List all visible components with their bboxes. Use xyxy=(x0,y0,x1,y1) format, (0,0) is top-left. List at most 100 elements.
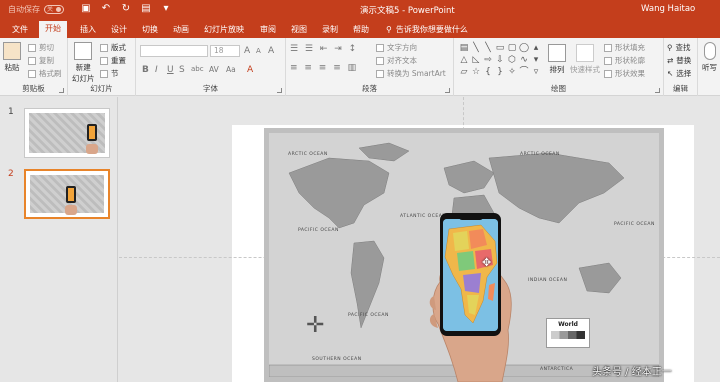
tab-help[interactable]: 帮助 xyxy=(347,23,375,38)
legend-scale xyxy=(551,331,585,339)
tab-home[interactable]: 开始 xyxy=(39,21,67,38)
new-slide-icon xyxy=(74,42,93,60)
cursor-icon: ↖ xyxy=(667,69,674,78)
layout-button[interactable]: 版式 xyxy=(100,42,126,53)
tab-animations[interactable]: 动画 xyxy=(167,23,195,38)
smartart-icon xyxy=(376,69,384,78)
format-painter-button[interactable]: 格式刷 xyxy=(28,68,62,79)
shape-outline-button[interactable]: 形状轮廓 xyxy=(604,55,645,66)
ribbon-tabs: 文件 开始 插入 设计 切换 动画 幻灯片放映 审阅 视图 录制 帮助 ⚲ 告诉… xyxy=(0,20,720,38)
text-direction-icon xyxy=(376,43,384,52)
shapes-gallery[interactable]: ▤ ╲ ╲ ▭ ▢ ◯ ▴ △ ◺ ⇨ ⇩ ⬡ ∿ ▾ ▱ ☆{} ✧ ⌒ ▿ xyxy=(458,42,542,78)
clear-format-button[interactable]: A xyxy=(268,46,274,56)
tab-file[interactable]: 文件 xyxy=(6,23,34,38)
reset-button[interactable]: 重置 xyxy=(100,55,126,66)
section-button[interactable]: 节 xyxy=(100,68,119,79)
autosave-toggle[interactable]: 关 xyxy=(44,5,64,14)
save-icon[interactable]: ▣ xyxy=(80,3,92,14)
slide-thumbnail-1[interactable] xyxy=(24,108,110,158)
arrow-shape-icon[interactable]: ⇩ xyxy=(494,54,506,66)
textbox-shape-icon[interactable]: ▤ xyxy=(458,42,470,54)
present-icon[interactable]: ▤ xyxy=(140,3,152,14)
tab-review[interactable]: 审阅 xyxy=(254,23,282,38)
paragraph-group: ☰ ☰ ⇤ ⇥ ↕ ≡ ≡ ≡ ≡ ▥ 文字方向 对齐文本 转换为 SmartA… xyxy=(286,38,454,96)
effects-icon xyxy=(604,69,612,78)
curve-shape-icon[interactable]: ∿ xyxy=(518,54,530,66)
font-size-dropdown[interactable]: 18 xyxy=(210,45,240,57)
triangle-shape-icon[interactable]: △ xyxy=(458,54,470,66)
font-name-dropdown[interactable] xyxy=(140,45,208,57)
brush-icon xyxy=(28,69,36,78)
grow-font-button[interactable]: A xyxy=(244,46,250,56)
new-slide-button[interactable]: 新建 幻灯片 xyxy=(72,42,95,84)
line-shape-icon[interactable]: ╲ xyxy=(482,42,494,54)
arrow-shape-icon[interactable]: ⇨ xyxy=(482,54,494,66)
rectangle-shape-icon[interactable]: ▭ xyxy=(494,42,506,54)
italic-button[interactable]: I xyxy=(155,65,158,75)
clipboard-launcher-icon[interactable] xyxy=(59,88,64,93)
tab-design[interactable]: 设计 xyxy=(105,23,133,38)
star-shape-icon[interactable]: ☆ xyxy=(470,66,482,78)
list-buttons-icon[interactable]: ☰ ☰ ⇤ ⇥ ↕ xyxy=(290,44,358,54)
scissors-icon xyxy=(28,43,36,52)
strikethrough-button[interactable]: S xyxy=(179,65,185,75)
font-launcher-icon[interactable] xyxy=(277,88,282,93)
drawing-label: 绘图 xyxy=(551,84,566,93)
change-case-button[interactable]: Aa xyxy=(226,65,236,74)
replace-button[interactable]: ⇄ 替换 xyxy=(667,55,691,66)
star-shape-icon[interactable]: ✧ xyxy=(506,66,518,78)
quick-styles-button[interactable]: 快速样式 xyxy=(570,44,600,75)
paragraph-launcher-icon[interactable] xyxy=(445,88,450,93)
tab-record[interactable]: 录制 xyxy=(316,23,344,38)
drawing-launcher-icon[interactable] xyxy=(655,88,660,93)
shape-fill-button[interactable]: 形状填充 xyxy=(604,42,645,53)
quick-styles-icon xyxy=(576,44,594,62)
brace-shape-icon[interactable]: { xyxy=(482,66,494,78)
font-color-button[interactable]: A xyxy=(247,65,253,75)
bold-button[interactable]: B xyxy=(142,65,149,75)
cut-button[interactable]: 剪切 xyxy=(28,42,54,53)
microphone-icon xyxy=(703,42,716,60)
shape-effects-button[interactable]: 形状效果 xyxy=(604,68,645,79)
align-buttons-icon[interactable]: ≡ ≡ ≡ ≡ ▥ xyxy=(290,63,358,73)
slide-thumbnail-2[interactable] xyxy=(24,169,110,219)
tab-insert[interactable]: 插入 xyxy=(74,23,102,38)
phone-thumbnail xyxy=(87,124,97,141)
tab-view[interactable]: 视图 xyxy=(285,23,313,38)
paste-button[interactable]: 粘贴 xyxy=(3,42,21,73)
scroll-shapes-icon[interactable]: ▾ xyxy=(530,54,542,66)
find-button[interactable]: ⚲ 查找 xyxy=(667,42,691,53)
dictate-button[interactable]: 听写 xyxy=(702,42,717,73)
tell-me-search[interactable]: ⚲ 告诉我你想要做什么 xyxy=(386,24,468,35)
undo-icon[interactable]: ↶ xyxy=(100,3,112,14)
select-button[interactable]: ↖ 选择 xyxy=(667,68,691,79)
text-direction-button[interactable]: 文字方向 xyxy=(376,42,417,53)
shrink-font-button[interactable]: A xyxy=(256,47,261,55)
redo-icon[interactable]: ↻ xyxy=(120,3,132,14)
arc-shape-icon[interactable]: ⌒ xyxy=(518,66,530,78)
paint-bucket-icon xyxy=(604,43,612,52)
autosave[interactable]: 自动保存 关 xyxy=(8,4,64,15)
oval-shape-icon[interactable]: ◯ xyxy=(518,42,530,54)
customize-qat-icon[interactable]: ▾ xyxy=(160,3,172,14)
title-bar: 自动保存 关 ▣ ↶ ↻ ▤ ▾ 演示文稿5 - PowerPoint Wang… xyxy=(0,0,720,20)
shadow-button[interactable]: abc xyxy=(191,65,204,73)
brace-shape-icon[interactable]: } xyxy=(494,66,506,78)
user-name[interactable]: Wang Haitao xyxy=(641,4,695,14)
tab-transitions[interactable]: 切换 xyxy=(136,23,164,38)
expand-shapes-icon[interactable]: ▿ xyxy=(530,66,542,78)
more-shapes-icon[interactable]: ▴ xyxy=(530,42,542,54)
rounded-rect-shape-icon[interactable]: ▢ xyxy=(506,42,518,54)
tab-slideshow[interactable]: 幻灯片放映 xyxy=(198,23,250,38)
block-shape-icon[interactable]: ⬡ xyxy=(506,54,518,66)
rt-triangle-shape-icon[interactable]: ◺ xyxy=(470,54,482,66)
underline-button[interactable]: U xyxy=(167,65,174,75)
arrange-button[interactable]: 排列 xyxy=(548,44,566,75)
slide-number: 2 xyxy=(8,169,14,179)
copy-button[interactable]: 复制 xyxy=(28,55,54,66)
align-text-button[interactable]: 对齐文本 xyxy=(376,55,417,66)
convert-smartart-button[interactable]: 转换为 SmartArt xyxy=(376,68,446,79)
rectangle-shape-icon[interactable]: ▱ xyxy=(458,66,470,78)
spacing-button[interactable]: AV xyxy=(209,65,219,74)
line-shape-icon[interactable]: ╲ xyxy=(470,42,482,54)
